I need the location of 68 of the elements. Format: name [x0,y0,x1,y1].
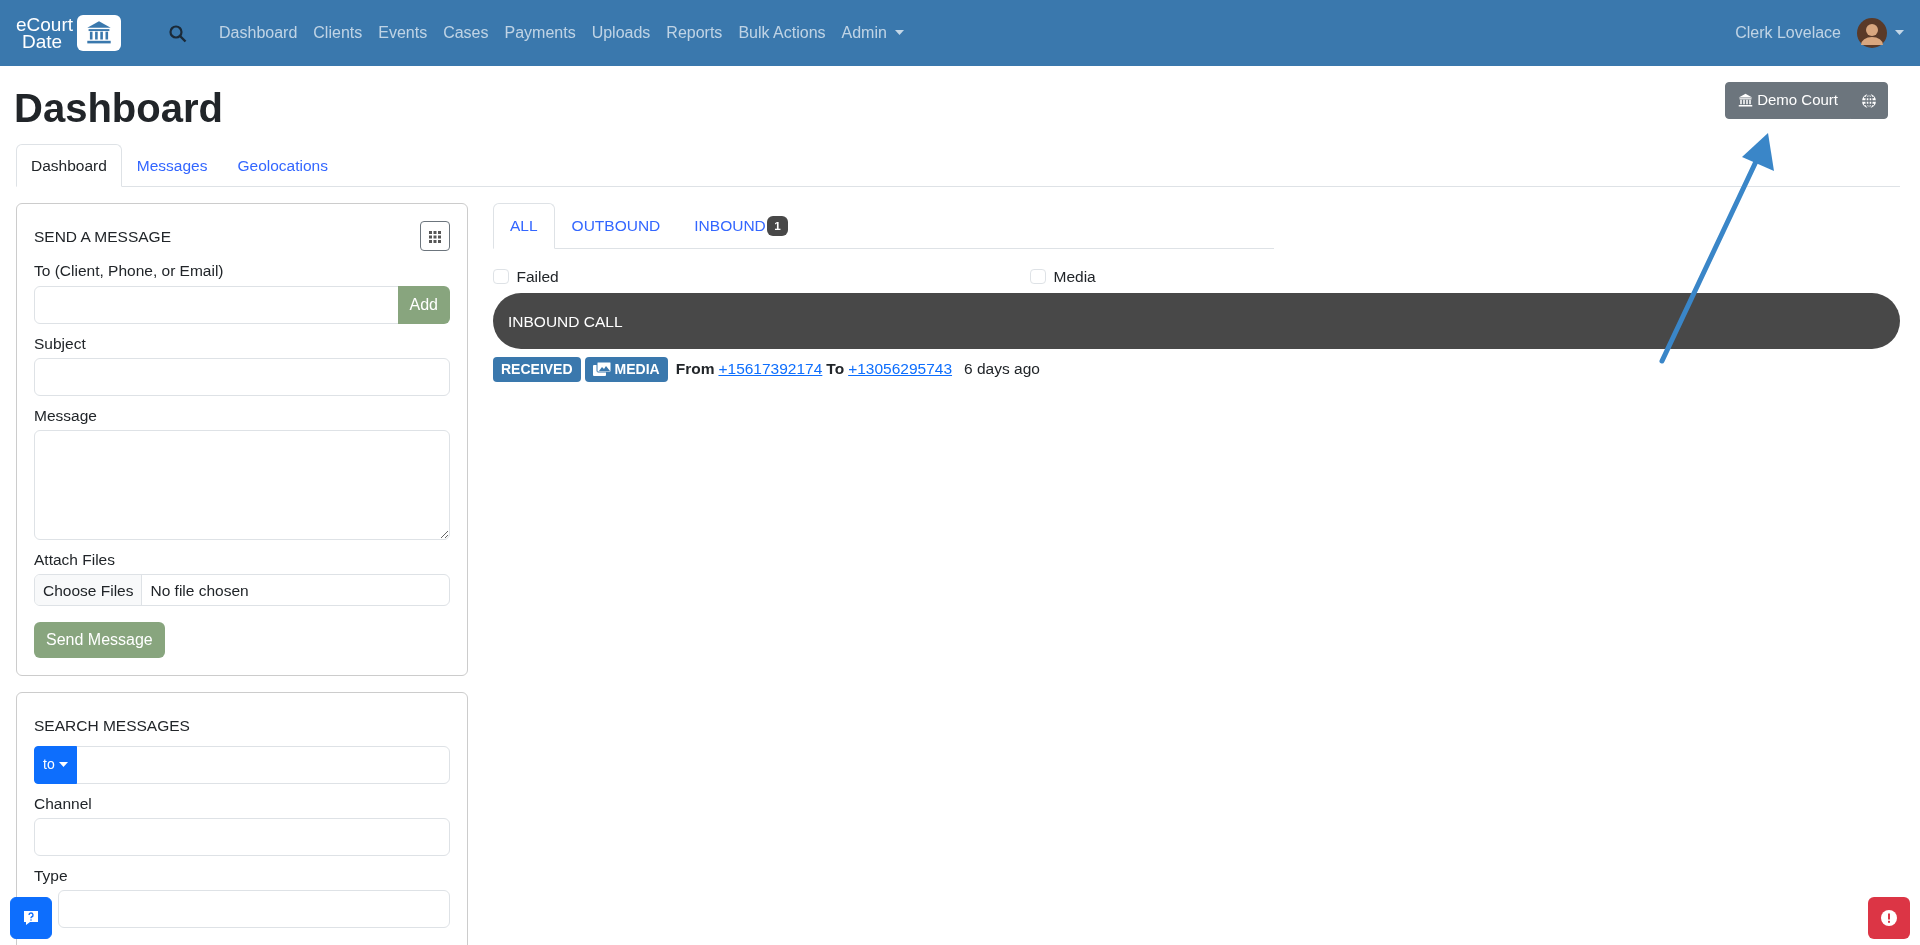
nav-link[interactable]: Clients [305,21,371,45]
checkbox-label: Media [1053,266,1096,287]
language-button[interactable] [1850,82,1888,119]
nav-link[interactable]: Bulk Actions [730,21,834,45]
caret-icon [1895,30,1904,36]
field-label: To (Client, Phone, or Email) [34,261,224,282]
globe-icon [1861,93,1877,110]
court-button[interactable]: Demo Court [1725,82,1851,119]
user-menu[interactable]: Clerk Lovelace [1727,18,1904,48]
field-label: Attach Files [34,550,115,570]
tab[interactable]: Messages [121,144,223,188]
brand-text: eCourt [16,16,74,33]
input-field[interactable] [34,357,450,396]
status-badge: RECEIVED [493,356,581,382]
search-icon [169,25,188,44]
checkbox[interactable] [493,268,509,285]
nav-link[interactable]: Events [370,21,436,45]
send-button[interactable]: Send Message [34,622,165,659]
nav-link[interactable]: Dashboard [211,21,306,45]
brand-text: Date [21,33,64,50]
page-title: Dashboard [14,85,223,132]
to-label: To [826,359,845,380]
tab[interactable]: OUTBOUND [554,203,678,249]
time-text: 6 days ago [964,359,1040,380]
phone-link[interactable]: +13056295743 [848,357,953,381]
grid-button[interactable] [420,221,450,252]
courthouse-icon [1738,92,1754,108]
panel-title: SEND A MESSAGE [34,227,171,248]
panel-title: SEARCH MESSAGES [34,716,191,737]
nav-link[interactable]: Reports [658,21,731,45]
field-label: Type [34,865,68,886]
media-badge: MEDIA [584,356,668,382]
field-label: Subject [34,333,86,354]
tab[interactable]: Geolocations [222,144,343,188]
images-icon [592,362,611,376]
file-input[interactable]: Choose Files No file chosen [34,574,450,607]
add-button[interactable]: Add [397,285,450,324]
nav-link[interactable]: Cases [435,21,497,45]
input-field[interactable] [58,890,450,928]
field-label: Channel [34,793,92,814]
tab[interactable]: INBOUND 1 [677,203,806,249]
checkbox-label: Failed [516,266,559,287]
help-icon [22,909,40,927]
caret-icon [58,761,68,768]
filter-dropdown[interactable]: to [34,745,77,784]
brand-logo[interactable]: eCourt Date [16,15,122,51]
courthouse-icon [86,20,113,46]
tab[interactable]: ALL [493,203,555,249]
nav-link[interactable]: Admin [833,21,912,45]
input-field[interactable] [34,285,399,324]
nav-link[interactable]: Payments [496,21,584,45]
help-button[interactable] [10,897,52,939]
grid-icon [429,231,441,244]
alert-button[interactable] [1868,897,1910,939]
message-field[interactable] [34,430,450,540]
alert-icon [1881,910,1897,926]
from-label: From [675,359,715,380]
tab[interactable]: Dashboard [16,144,122,188]
input-field[interactable] [34,817,450,856]
field-label: Message [34,405,97,426]
phone-link[interactable]: +15617392174 [718,357,823,381]
nav-link[interactable]: Uploads [583,21,659,45]
avatar [1857,18,1887,48]
caret-icon [894,30,904,36]
checkbox[interactable] [1030,268,1046,285]
count-badge: 1 [766,216,789,236]
message-header: INBOUND CALL [493,292,1900,349]
search-field[interactable] [75,745,450,784]
